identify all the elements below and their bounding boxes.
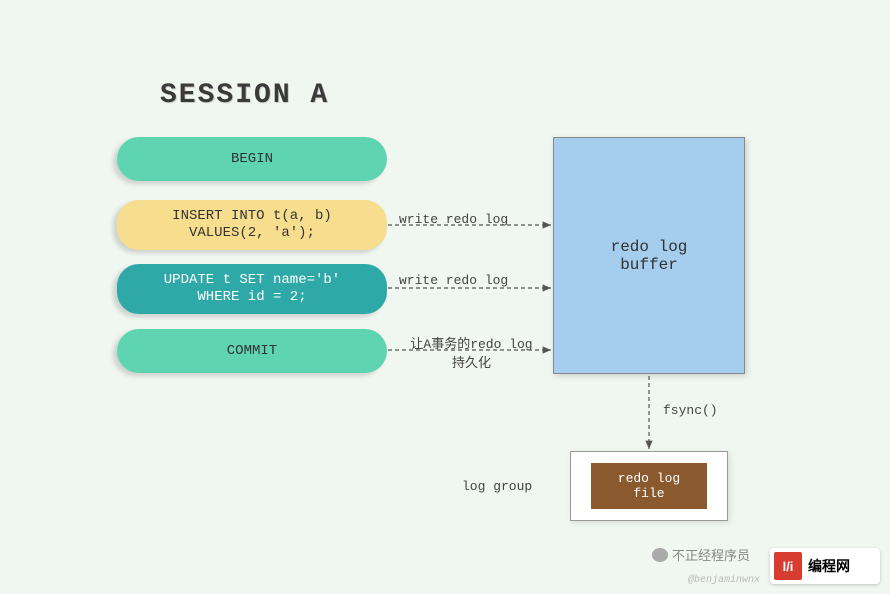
wechat-text: 不正经程序员	[672, 545, 750, 564]
arrow-label-commit: 让A事务的redo log 持久化	[399, 333, 544, 371]
logo-badge: l/i	[774, 552, 802, 580]
redo-log-buffer: redo log buffer	[553, 137, 745, 374]
author-watermark: @benjaminwnx	[688, 575, 760, 586]
wechat-icon	[652, 548, 668, 562]
arrow-label-fsync: fsync()	[663, 403, 718, 418]
step-commit: COMMIT	[117, 329, 387, 373]
redo-log-file: redo log file	[591, 463, 707, 509]
wechat-watermark: 不正经程序员	[652, 545, 750, 564]
arrow-label-write-1: write redo log	[399, 212, 508, 227]
site-logo: l/i 编程网	[770, 548, 880, 584]
log-group-container: redo log file	[570, 451, 728, 521]
step-begin: BEGIN	[117, 137, 387, 181]
logo-text: 编程网	[808, 556, 850, 576]
log-group-label: log group	[462, 479, 532, 494]
arrow-label-write-2: write redo log	[399, 273, 508, 288]
session-title: SESSION A	[160, 80, 329, 111]
step-update: UPDATE t SET name='b' WHERE id = 2;	[117, 264, 387, 314]
step-insert: INSERT INTO t(a, b) VALUES(2, 'a');	[117, 200, 387, 250]
